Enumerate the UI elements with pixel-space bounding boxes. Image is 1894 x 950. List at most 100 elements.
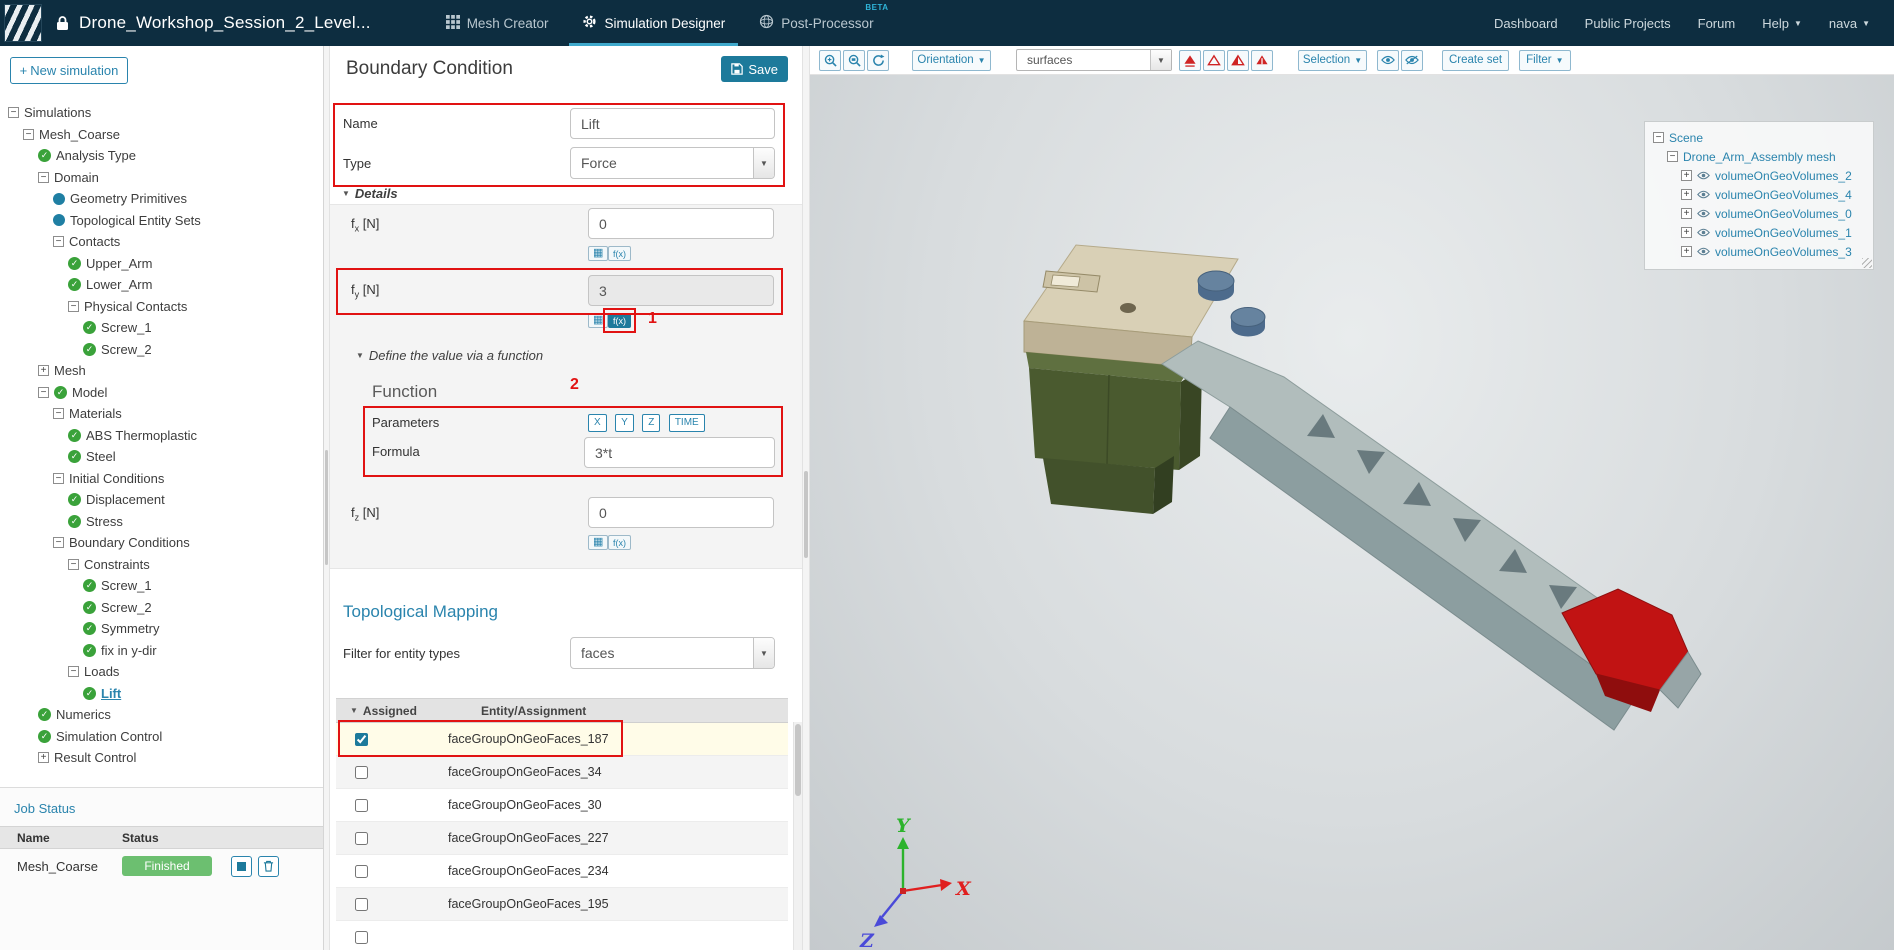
new-simulation-button[interactable]: +New simulation	[10, 57, 128, 84]
collapse-icon[interactable]	[53, 236, 64, 247]
tree-item-boundary-conditions[interactable]: Boundary Conditions	[0, 532, 323, 554]
resize-handle[interactable]	[1862, 258, 1872, 268]
assignment-row[interactable]: faceGroupOnGeoFaces_30	[336, 789, 788, 822]
collapse-icon[interactable]	[23, 129, 34, 140]
create-set-button[interactable]: Create set	[1442, 50, 1509, 71]
tree-item-materials[interactable]: Materials	[0, 403, 323, 425]
tree-item-lift[interactable]: Lift	[0, 683, 323, 705]
volume-item[interactable]: volumeOnGeoVolumes_0	[1653, 204, 1865, 223]
fx-table-button[interactable]: ▦	[588, 246, 608, 261]
collapse-icon[interactable]	[53, 408, 64, 419]
collapse-icon[interactable]	[8, 107, 19, 118]
3d-viewport[interactable]: Y X Z Scene	[810, 75, 1894, 950]
expand-icon[interactable]	[1681, 170, 1692, 181]
user-menu[interactable]: nava▼	[1829, 16, 1870, 31]
collapse-icon[interactable]	[38, 387, 49, 398]
fy-function-button[interactable]: f(x)	[608, 313, 631, 328]
show-selected-faces-button[interactable]	[1203, 50, 1225, 71]
nav-mesh-creator[interactable]: Mesh Creator	[429, 0, 566, 46]
volume-item[interactable]: volumeOnGeoVolumes_4	[1653, 185, 1865, 204]
volume-item[interactable]: volumeOnGeoVolumes_1	[1653, 223, 1865, 242]
fz-input[interactable]	[588, 497, 774, 528]
table-scrollbar[interactable]	[793, 722, 802, 950]
fz-function-button[interactable]: f(x)	[608, 535, 631, 550]
tree-item-stress[interactable]: Stress	[0, 511, 323, 533]
selection-dropdown[interactable]: Selection▼	[1298, 50, 1367, 71]
parameter-chip-button[interactable]: X	[588, 414, 607, 432]
hide-selection-button[interactable]	[1401, 50, 1423, 71]
parameter-chip-button[interactable]: Y	[615, 414, 634, 432]
tree-item-abs-thermoplastic[interactable]: ABS Thermoplastic	[0, 425, 323, 447]
tree-item-lower-arm[interactable]: Lower_Arm	[0, 274, 323, 296]
eye-icon[interactable]	[1697, 228, 1710, 237]
tree-item-fix-in-y-dir[interactable]: fix in y-dir	[0, 640, 323, 662]
fy-input[interactable]	[588, 275, 774, 306]
link-dashboard[interactable]: Dashboard	[1494, 16, 1558, 31]
fx-function-button[interactable]: f(x)	[608, 246, 631, 261]
expand-icon[interactable]	[38, 752, 49, 763]
formula-input[interactable]	[584, 437, 775, 468]
assignment-row[interactable]: faceGroupOnGeoFaces_34	[336, 756, 788, 789]
collapse-icon[interactable]	[68, 666, 79, 677]
scrollbar-thumb[interactable]	[795, 724, 801, 796]
zoom-in-button[interactable]	[819, 50, 841, 71]
link-public-projects[interactable]: Public Projects	[1585, 16, 1671, 31]
tree-item-constraints[interactable]: Constraints	[0, 554, 323, 576]
assignment-row[interactable]: faceGroupOnGeoFaces_187	[336, 723, 788, 756]
collapse-icon[interactable]	[68, 559, 79, 570]
tree-item-physical-contacts[interactable]: Physical Contacts	[0, 296, 323, 318]
panel-scrollbar[interactable]	[802, 46, 810, 950]
show-all-faces-button[interactable]	[1251, 50, 1273, 71]
assigned-checkbox[interactable]	[355, 931, 368, 944]
help-menu[interactable]: Help▼	[1762, 16, 1802, 31]
collapse-icon[interactable]	[38, 172, 49, 183]
tree-item-geometry-primitives[interactable]: Geometry Primitives	[0, 188, 323, 210]
orientation-dropdown[interactable]: Orientation▼	[912, 50, 991, 71]
tree-item-screw-1[interactable]: Screw_1	[0, 575, 323, 597]
tree-item-numerics[interactable]: Numerics	[0, 704, 323, 726]
hide-other-faces-button[interactable]	[1227, 50, 1249, 71]
entity-type-select[interactable]: faces ▼	[570, 637, 775, 669]
assigned-checkbox[interactable]	[355, 832, 368, 845]
tree-item-simulation-control[interactable]: Simulation Control	[0, 726, 323, 748]
collapse-icon[interactable]	[53, 537, 64, 548]
tree-item-topological-entity-sets[interactable]: Topological Entity Sets	[0, 210, 323, 232]
assigned-checkbox[interactable]	[355, 898, 368, 911]
assignment-row[interactable]: faceGroupOnGeoFaces_234	[336, 855, 788, 888]
collapse-icon[interactable]	[1653, 132, 1664, 143]
scene-root-item[interactable]: Scene	[1653, 128, 1865, 147]
tree-item-initial-conditions[interactable]: Initial Conditions	[0, 468, 323, 490]
parameter-chip-button[interactable]: TIME	[669, 414, 705, 432]
tree-item-domain[interactable]: Domain	[0, 167, 323, 189]
tree-item-symmetry[interactable]: Symmetry	[0, 618, 323, 640]
function-value-header[interactable]: ▼ Define the value via a function	[356, 348, 543, 363]
save-button[interactable]: Save	[721, 56, 788, 82]
tree-item-result-control[interactable]: Result Control	[0, 747, 323, 769]
assignment-row[interactable]: faceGroupOnGeoFaces_227	[336, 822, 788, 855]
app-logo-icon[interactable]	[4, 4, 42, 42]
tree-item-contacts[interactable]: Contacts	[0, 231, 323, 253]
show-hidden-button[interactable]	[1377, 50, 1399, 71]
collapse-icon[interactable]	[53, 473, 64, 484]
hide-selected-faces-button[interactable]	[1179, 50, 1201, 71]
expand-icon[interactable]	[1681, 227, 1692, 238]
tree-item-displacement[interactable]: Displacement	[0, 489, 323, 511]
eye-icon[interactable]	[1697, 190, 1710, 199]
tree-item-analysis-type[interactable]: Analysis Type	[0, 145, 323, 167]
filter-dropdown[interactable]: Filter▼	[1519, 50, 1570, 71]
tree-item-screw-1[interactable]: Screw_1	[0, 317, 323, 339]
assigned-checkbox[interactable]	[355, 766, 368, 779]
zoom-window-button[interactable]	[843, 50, 865, 71]
tree-item-loads[interactable]: Loads	[0, 661, 323, 683]
name-input[interactable]	[570, 108, 775, 139]
expand-icon[interactable]	[1681, 208, 1692, 219]
fz-table-button[interactable]: ▦	[588, 535, 608, 550]
tree-item-screw-2[interactable]: Screw_2	[0, 597, 323, 619]
nav-simulation-designer[interactable]: Simulation Designer	[565, 0, 742, 46]
link-forum[interactable]: Forum	[1698, 16, 1736, 31]
tree-item-screw-2[interactable]: Screw_2	[0, 339, 323, 361]
type-select[interactable]: Force ▼	[570, 147, 775, 179]
assignment-row[interactable]	[336, 921, 788, 950]
scrollbar-thumb[interactable]	[804, 471, 808, 558]
tree-item-model[interactable]: Model	[0, 382, 323, 404]
